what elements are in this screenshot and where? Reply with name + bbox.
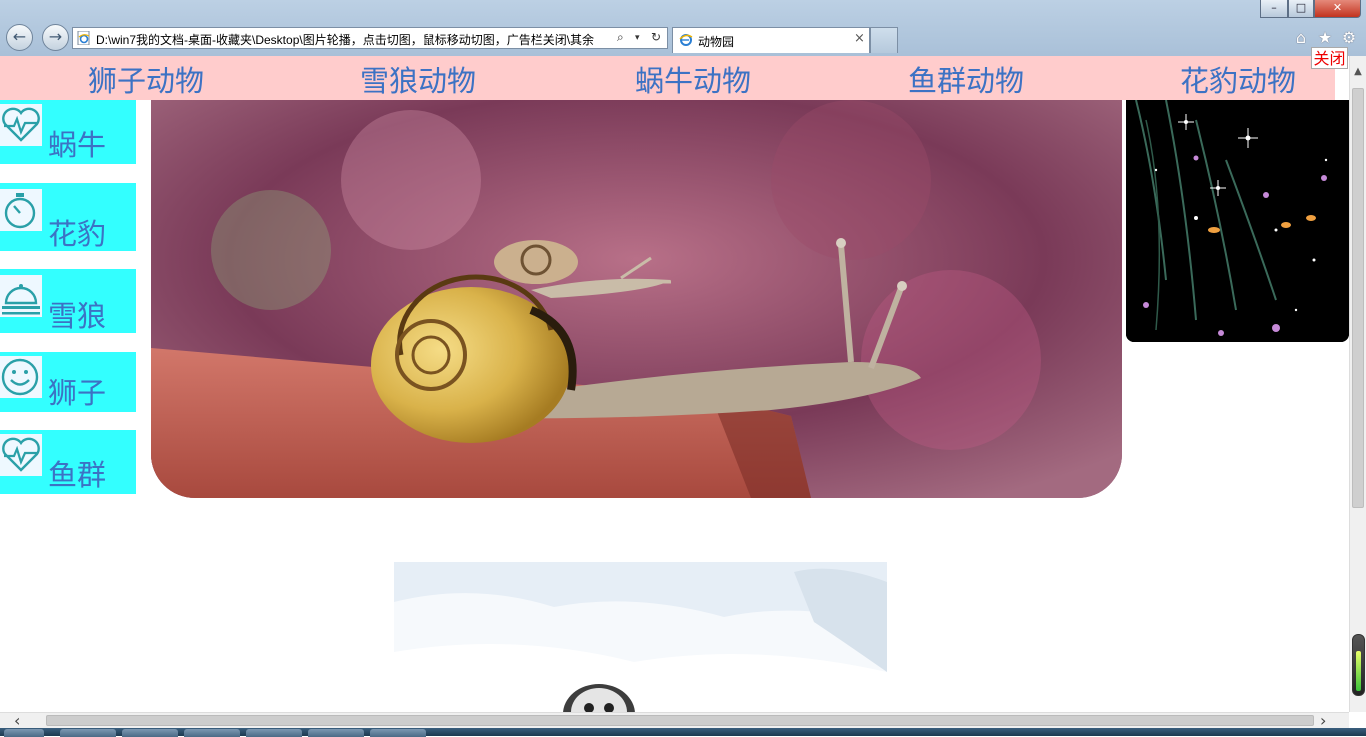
forward-button[interactable]: →	[42, 24, 69, 51]
sidebar-item-label: 花豹	[48, 217, 107, 251]
sidebar-item-label: 鱼群	[48, 458, 107, 492]
minimize-button[interactable]: –	[1260, 0, 1288, 18]
sidebar-item-snail[interactable]: 蜗牛	[0, 100, 136, 164]
horizontal-scroll-thumb[interactable]	[46, 715, 1314, 726]
vertical-scrollbar[interactable]: ▲	[1349, 56, 1366, 712]
vertical-scroll-thumb[interactable]	[1352, 88, 1364, 508]
gear-icon[interactable]: ⚙	[1340, 29, 1358, 47]
home-icon[interactable]: ⌂	[1292, 29, 1310, 47]
tab-zoo[interactable]: 动物园 ×	[672, 27, 870, 53]
ad-image-night-willow	[1126, 100, 1349, 342]
volume-gauge[interactable]	[1352, 634, 1365, 696]
ad-banner[interactable]	[1126, 100, 1349, 342]
nav-link-fish[interactable]: 鱼群动物	[908, 58, 1024, 100]
top-nav: 狮子动物 雪狼动物 蜗牛动物 鱼群动物 花豹动物	[0, 56, 1335, 100]
ie-logo-icon	[679, 34, 693, 46]
sidebar-item-lion[interactable]: 狮子	[0, 352, 136, 412]
address-text[interactable]: D:\win7我的文档-桌面-收藏夹\Desktop\图片轮播，点击切图，鼠标移…	[96, 31, 596, 48]
refresh-icon[interactable]: ↻	[651, 30, 661, 44]
horizontal-scrollbar[interactable]: ‹ ›	[0, 711, 1349, 730]
ad-close-button[interactable]: 关闭	[1311, 47, 1348, 69]
maximize-button[interactable]: □	[1288, 0, 1314, 18]
snow-seal-photo	[394, 562, 887, 712]
close-window-button[interactable]: ✕	[1314, 0, 1361, 18]
sidebar-item-snow-wolf[interactable]: 雪狼	[0, 269, 136, 333]
browser-chrome: – □ ✕ ← → D:\win7我的文档-桌面-收藏夹\Desktop\图片轮…	[0, 0, 1366, 57]
nav-link-snail[interactable]: 蜗牛动物	[635, 58, 751, 100]
nav-link-snow-wolf[interactable]: 雪狼动物	[360, 58, 476, 100]
nav-link-leopard[interactable]: 花豹动物	[1180, 58, 1296, 100]
dropdown-icon[interactable]: ▾	[635, 33, 640, 43]
back-button[interactable]: ←	[6, 24, 33, 51]
sidebar-item-label: 蜗牛	[48, 128, 107, 162]
sidebar-item-label: 狮子	[48, 376, 107, 410]
address-bar[interactable]: D:\win7我的文档-桌面-收藏夹\Desktop\图片轮播，点击切图，鼠标移…	[72, 27, 668, 49]
sidebar-item-leopard[interactable]: 花豹	[0, 183, 136, 251]
carousel-image-snail[interactable]	[151, 100, 1122, 498]
sidebar-item-label: 雪狼	[48, 299, 107, 333]
snow-seal-image	[394, 562, 887, 712]
nav-link-lion[interactable]: 狮子动物	[88, 58, 204, 100]
stopwatch-icon	[0, 189, 42, 231]
scroll-up-icon[interactable]: ▲	[1350, 66, 1366, 82]
volume-gauge-fill	[1356, 651, 1361, 691]
tab-title: 动物园	[698, 35, 735, 49]
service-bell-icon	[0, 275, 42, 317]
sidebar-item-fish[interactable]: 鱼群	[0, 430, 136, 494]
snail-photo	[151, 100, 1122, 498]
page-viewport: 狮子动物 雪狼动物 蜗牛动物 鱼群动物 花豹动物 蜗牛 花豹 雪狼 狮子 鱼群	[0, 56, 1349, 712]
close-icon[interactable]: ×	[854, 31, 865, 46]
ie-page-icon	[77, 31, 90, 45]
smiley-icon	[0, 356, 42, 398]
favorites-icon[interactable]: ★	[1316, 29, 1334, 47]
taskbar	[0, 728, 1366, 737]
search-icon[interactable]: ⌕	[617, 30, 624, 45]
new-tab-button[interactable]	[870, 27, 898, 53]
heartbeat-icon	[0, 104, 42, 146]
heartbeat-icon	[0, 434, 42, 476]
